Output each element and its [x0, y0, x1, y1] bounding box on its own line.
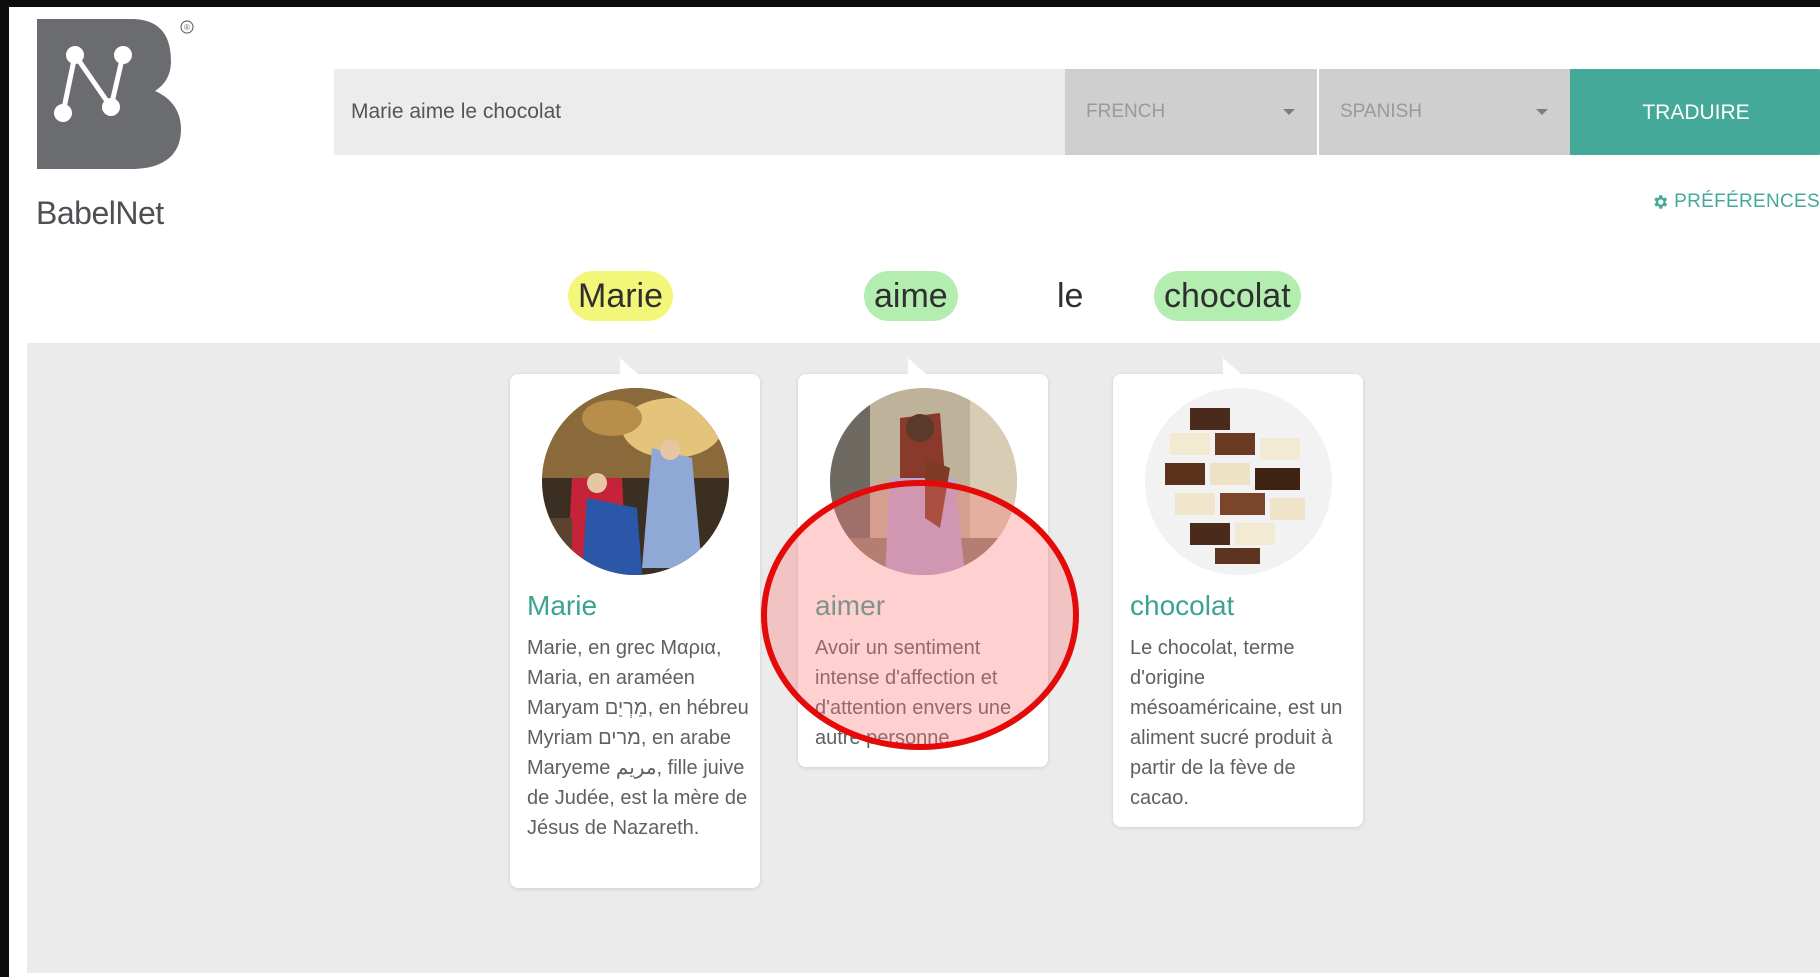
- preferences-link[interactable]: PRÉFÉRENCES: [1651, 191, 1820, 213]
- sense-card-aimer[interactable]: aimer Avoir un sentiment intense d'affec…: [798, 358, 1048, 767]
- kiss-painting-image: [830, 388, 1017, 575]
- search-input[interactable]: [334, 69, 1065, 155]
- word-chip-aime[interactable]: aime: [864, 271, 958, 321]
- target-language-select[interactable]: SPANISH: [1319, 69, 1570, 155]
- registered-mark: ®: [184, 23, 190, 32]
- preferences-label: PRÉFÉRENCES: [1674, 191, 1820, 212]
- babelnet-logo-text: BabelNet: [36, 195, 164, 231]
- word-plain-le: le: [1057, 277, 1084, 315]
- sense-definition: Le chocolat, terme d'origine mésoamérica…: [1130, 637, 1343, 809]
- babelnet-logo[interactable]: ® BabelNet: [35, 17, 195, 232]
- sense-card-marie[interactable]: Marie Marie, en grec Μαρια, Maria, en ar…: [510, 358, 760, 888]
- sense-title[interactable]: chocolat: [1130, 590, 1234, 622]
- word-chip-chocolat[interactable]: chocolat: [1154, 271, 1301, 321]
- page: ® BabelNet FRENCH SPANISH TRADUIRE PRÉFÉ…: [9, 7, 1820, 977]
- sense-card-chocolat[interactable]: chocolat Le chocolat, terme d'origine mé…: [1113, 358, 1363, 827]
- annunciation-painting-image: [542, 388, 729, 575]
- gear-icon: [1654, 195, 1668, 209]
- translation-bar: FRENCH SPANISH TRADUIRE: [334, 69, 1820, 155]
- source-language-label: FRENCH: [1086, 101, 1166, 122]
- chocolate-pieces-image: [1145, 388, 1332, 575]
- sense-title[interactable]: aimer: [815, 590, 885, 622]
- word-chip-marie[interactable]: Marie: [568, 271, 674, 321]
- sense-definition: Avoir un sentiment intense d'affection e…: [815, 637, 1012, 749]
- babelnet-logo-icon: ®: [37, 19, 194, 169]
- source-language-select[interactable]: FRENCH: [1065, 69, 1317, 155]
- sense-title[interactable]: Marie: [527, 590, 597, 622]
- target-language-label: SPANISH: [1340, 101, 1423, 122]
- sense-definition: Marie, en grec Μαρια, Maria, en araméen …: [527, 637, 749, 839]
- chevron-down-icon: [1283, 109, 1295, 115]
- chevron-down-icon: [1536, 109, 1548, 115]
- translate-button[interactable]: TRADUIRE: [1570, 69, 1820, 155]
